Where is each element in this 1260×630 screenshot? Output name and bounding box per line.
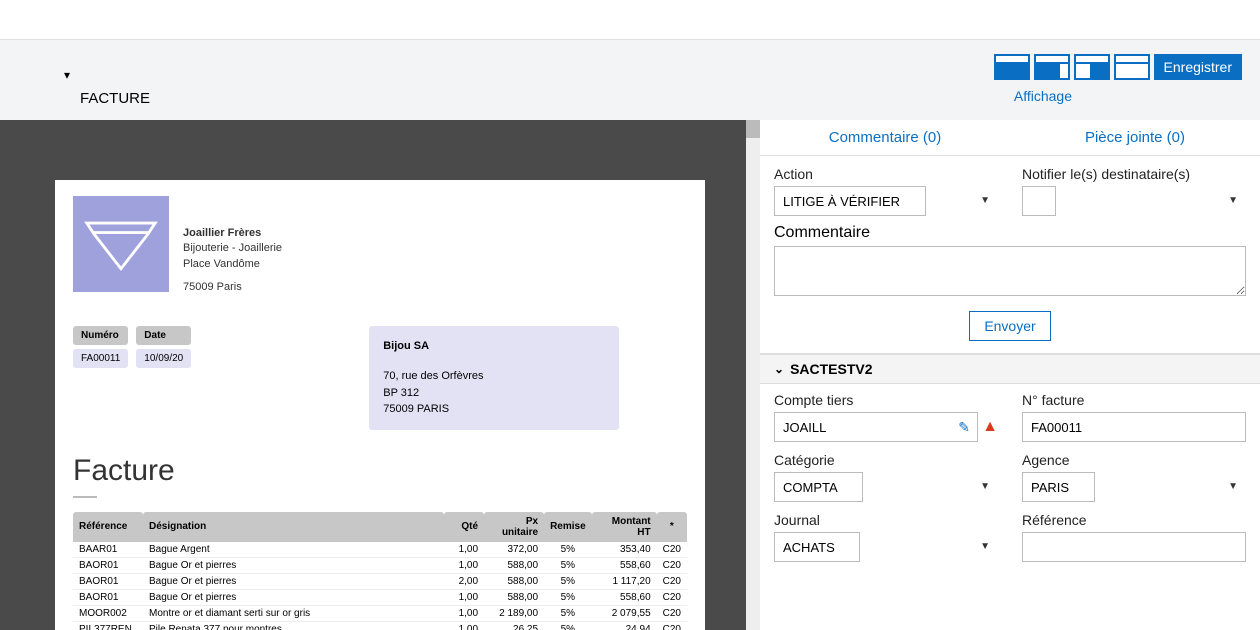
comment-textarea[interactable] bbox=[774, 246, 1246, 296]
numfacture-label: N° facture bbox=[1022, 392, 1246, 408]
top-bar bbox=[0, 0, 1260, 40]
tab-attachment[interactable]: Pièce jointe (0) bbox=[1010, 120, 1260, 155]
categorie-label: Catégorie bbox=[774, 452, 998, 468]
warning-icon: ▲ bbox=[982, 418, 998, 436]
client-address-box: Bijou SA 70, rue des Orfèvres BP 312 750… bbox=[369, 326, 619, 430]
vendor-logo-icon bbox=[73, 196, 169, 292]
layout-icon-full[interactable] bbox=[994, 54, 1030, 80]
agence-select[interactable]: PARIS bbox=[1022, 472, 1095, 502]
document-type-select[interactable]: FACTURE bbox=[80, 84, 200, 112]
agence-label: Agence bbox=[1022, 452, 1246, 468]
invoice-document: Joaillier Frères Bijouterie - Joaillerie… bbox=[55, 180, 705, 630]
reference-input[interactable] bbox=[1022, 532, 1246, 562]
comment-label: Commentaire bbox=[774, 224, 870, 241]
invoice-number-value: FA00011 bbox=[73, 349, 128, 368]
save-button[interactable]: Enregistrer bbox=[1154, 54, 1242, 80]
invoice-title: Facture bbox=[73, 454, 687, 488]
compte-tiers-input[interactable] bbox=[774, 412, 978, 442]
action-label: Action bbox=[774, 166, 998, 182]
journal-select[interactable]: ACHATS bbox=[774, 532, 860, 562]
table-row: BAOR01Bague Or et pierres1,00588,005%558… bbox=[73, 589, 687, 605]
compte-tiers-label: Compte tiers bbox=[774, 392, 998, 408]
table-row: BAOR01Bague Or et pierres2,00588,005%1 1… bbox=[73, 573, 687, 589]
pencil-icon[interactable]: ✎ bbox=[958, 419, 970, 436]
side-panel: Commentaire (0) Pièce jointe (0) Action … bbox=[760, 120, 1260, 630]
table-row: BAAR01Bague Argent1,00372,005%353,40C20 bbox=[73, 542, 687, 558]
layout-icon-right[interactable] bbox=[1034, 54, 1070, 80]
table-row: BAOR01Bague Or et pierres1,00588,005%558… bbox=[73, 557, 687, 573]
send-button[interactable]: Envoyer bbox=[969, 311, 1050, 341]
preview-scrollbar[interactable] bbox=[746, 120, 760, 630]
document-preview-pane: Joaillier Frères Bijouterie - Joaillerie… bbox=[0, 120, 760, 630]
action-select[interactable]: LITIGE À VÉRIFIER bbox=[774, 186, 926, 216]
vendor-info: Joaillier Frères Bijouterie - Joaillerie… bbox=[183, 196, 282, 296]
layout-icon-split[interactable] bbox=[1074, 54, 1110, 80]
notify-select[interactable] bbox=[1022, 186, 1056, 216]
table-row: PIL377RENPile Renata 377 pour montres1,0… bbox=[73, 621, 687, 630]
display-label: Affichage bbox=[1014, 88, 1072, 104]
invoice-lines-table: Référence Désignation Qté Px unitaire Re… bbox=[73, 512, 687, 630]
invoice-date-value: 10/09/20 bbox=[136, 349, 191, 368]
chevron-down-icon: ⌄ bbox=[774, 362, 784, 376]
notify-label: Notifier le(s) destinataire(s) bbox=[1022, 166, 1246, 182]
tab-comment[interactable]: Commentaire (0) bbox=[760, 120, 1010, 155]
categorie-select[interactable]: COMPTA bbox=[774, 472, 863, 502]
invoice-number-label: Numéro bbox=[73, 326, 128, 345]
numfacture-input[interactable] bbox=[1022, 412, 1246, 442]
table-row: MOOR002Montre or et diamant serti sur or… bbox=[73, 605, 687, 621]
accordion-header[interactable]: ⌄ SACTESTV2 bbox=[760, 354, 1260, 384]
reference-label: Référence bbox=[1022, 512, 1246, 528]
layout-icon-wide[interactable] bbox=[1114, 54, 1150, 80]
toolbar: FACTURE Enregistrer Affichage bbox=[0, 40, 1260, 120]
journal-label: Journal bbox=[774, 512, 998, 528]
invoice-date-label: Date bbox=[136, 326, 191, 345]
